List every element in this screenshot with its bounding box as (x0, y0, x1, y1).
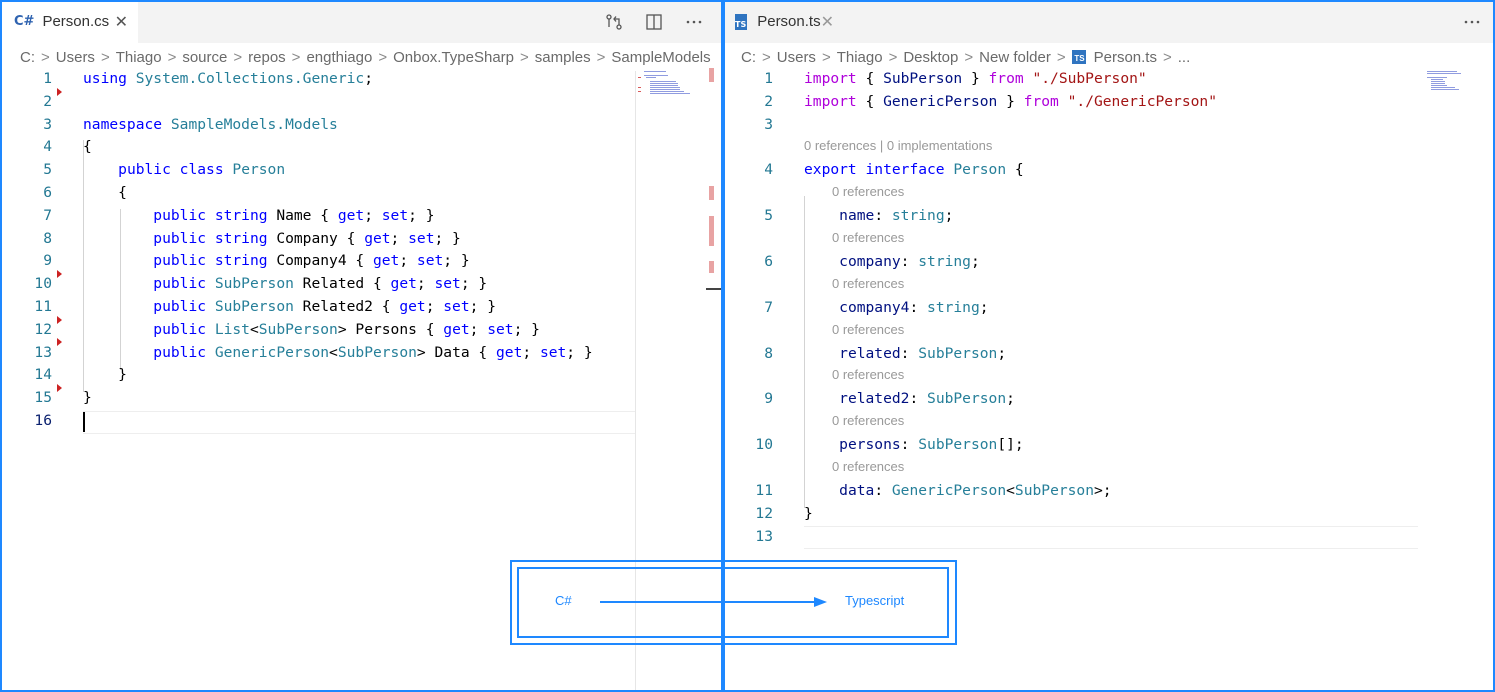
typescript-label: Typescript (845, 593, 905, 608)
arrow-right-icon (600, 597, 827, 607)
csharp-label: C# (555, 593, 572, 608)
